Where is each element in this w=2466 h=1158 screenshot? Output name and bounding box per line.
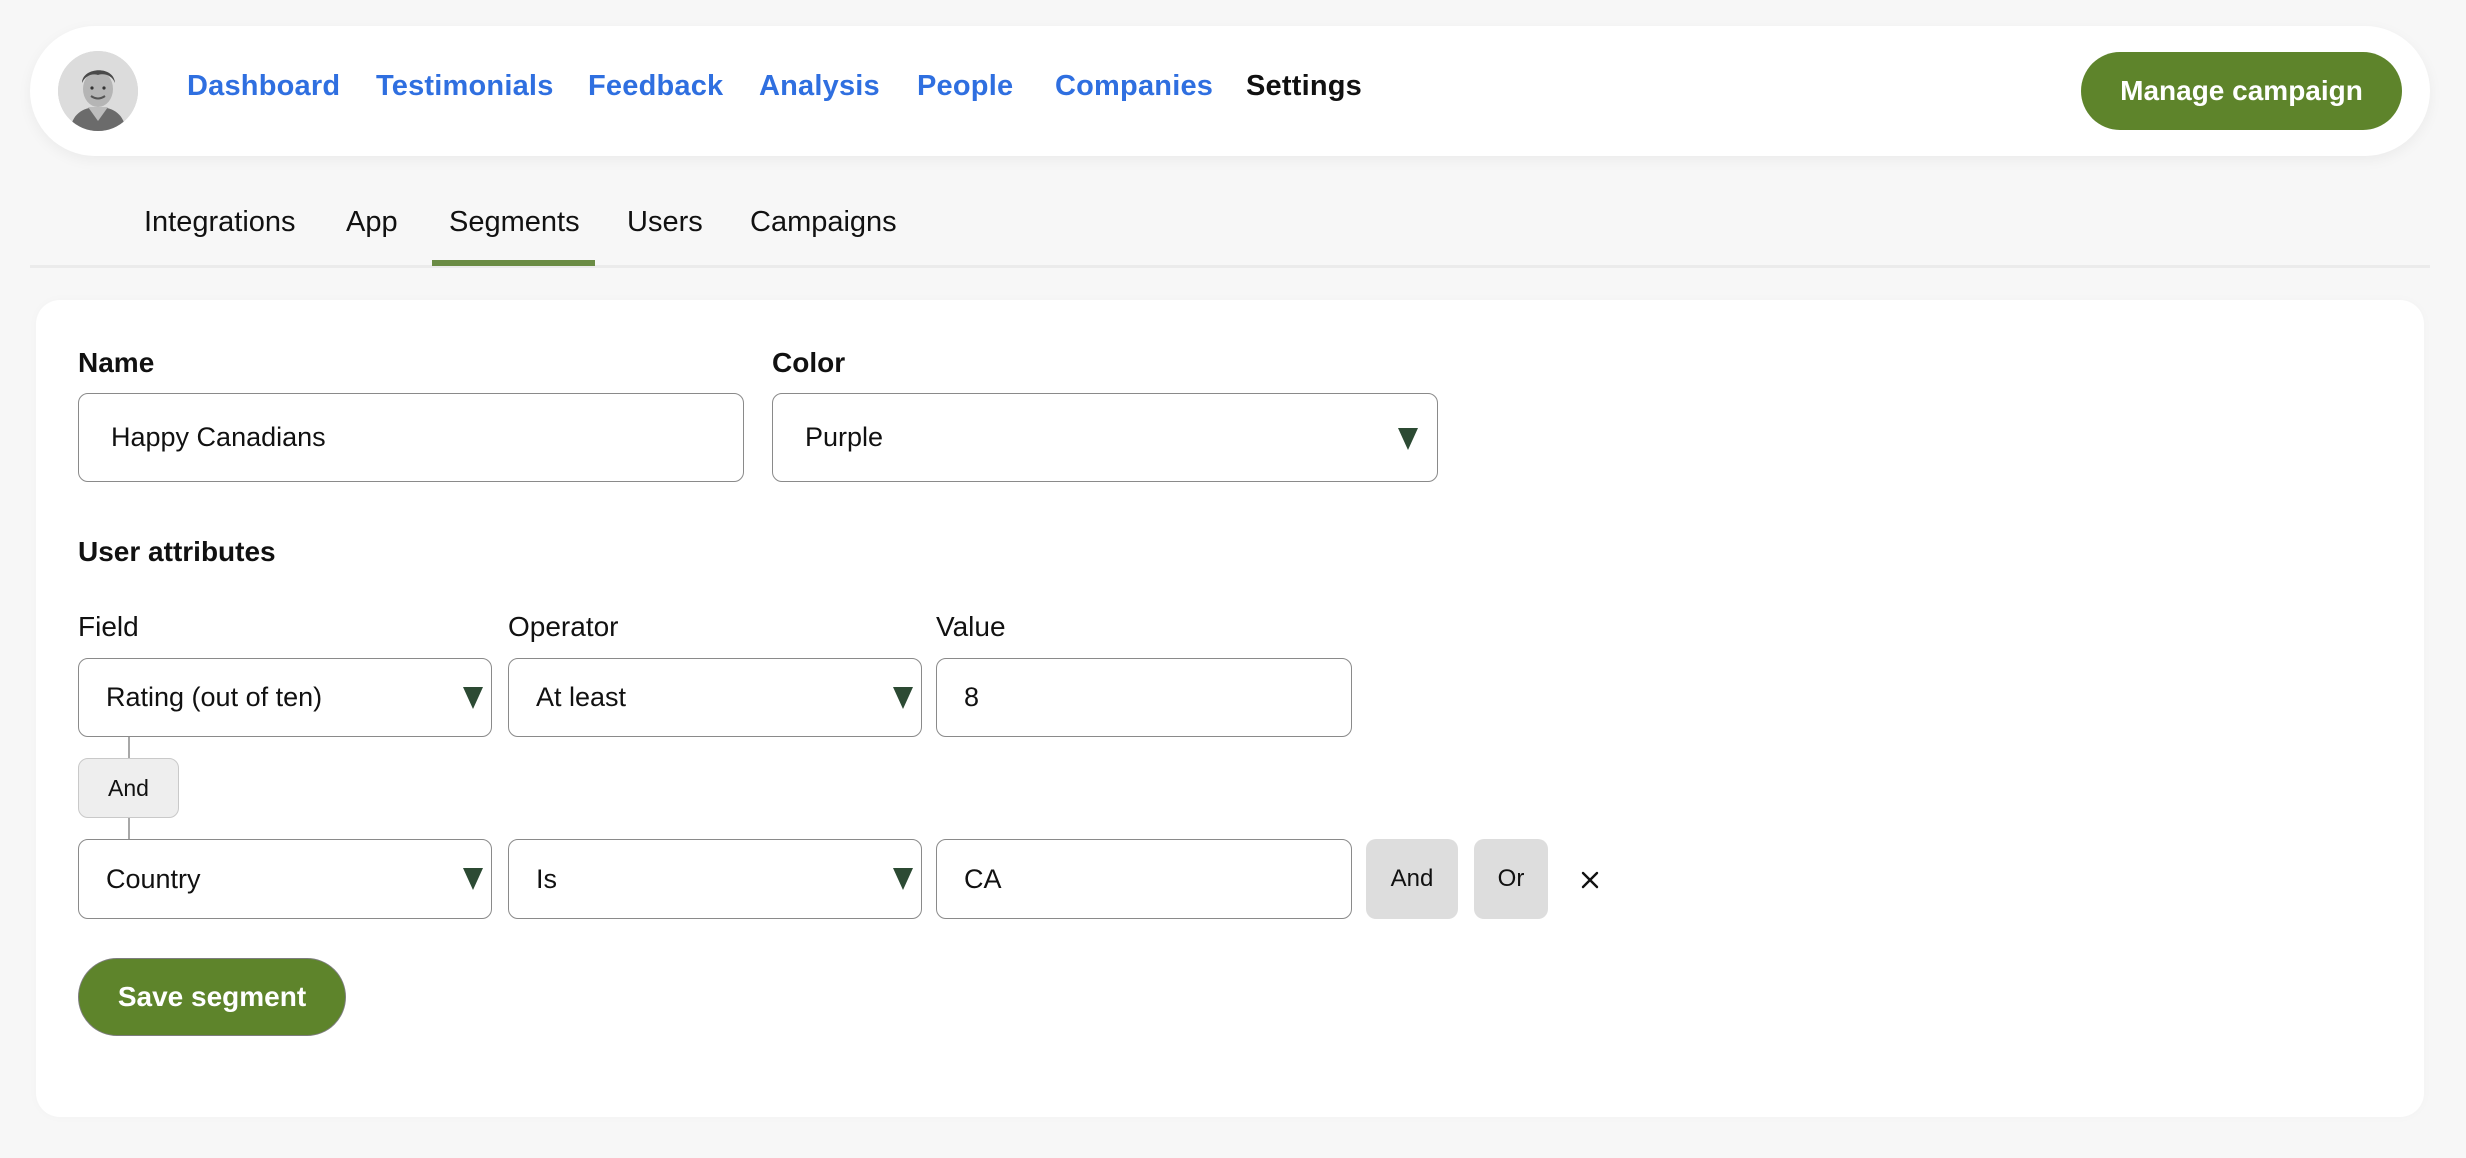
color-select-value: Purple <box>805 422 884 452</box>
joiner-and-badge[interactable]: And <box>78 758 179 818</box>
condition-2-field-select[interactable]: Country <box>78 839 492 919</box>
user-attributes-heading: User attributes <box>78 536 276 567</box>
tab-integrations[interactable]: Integrations <box>144 206 296 239</box>
active-tab-indicator <box>432 260 595 266</box>
nav-feedback[interactable]: Feedback <box>588 70 723 103</box>
nav-analysis[interactable]: Analysis <box>759 70 880 103</box>
save-segment-button[interactable]: Save segment <box>78 958 346 1036</box>
add-and-condition-button[interactable]: And <box>1366 839 1458 919</box>
value-label: Value <box>936 611 1006 642</box>
chevron-down-icon <box>1398 428 1418 450</box>
field-label: Field <box>78 611 139 642</box>
tab-users[interactable]: Users <box>627 206 703 239</box>
nav-dashboard[interactable]: Dashboard <box>187 70 340 103</box>
settings-tabs: Integrations App Segments Users Campaign… <box>30 180 2430 268</box>
nav-people[interactable]: People <box>917 70 1013 103</box>
tab-segments[interactable]: Segments <box>449 206 580 239</box>
condition-1-operator-select[interactable]: At least <box>508 658 922 737</box>
add-or-condition-button[interactable]: Or <box>1474 839 1548 919</box>
color-select[interactable]: Purple <box>772 393 1438 482</box>
name-input-value: Happy Canadians <box>111 422 326 452</box>
tab-app[interactable]: App <box>346 206 398 239</box>
chevron-down-icon <box>463 687 483 709</box>
condition-2-value: CA <box>964 863 1002 894</box>
nav-companies[interactable]: Companies <box>1055 70 1213 103</box>
condition-2-operator-value: Is <box>536 863 558 894</box>
nav-settings[interactable]: Settings <box>1246 70 1362 103</box>
connector-line <box>128 818 130 839</box>
manage-campaign-button[interactable]: Manage campaign <box>2081 52 2402 130</box>
condition-1-value: 8 <box>964 682 980 712</box>
condition-1-field-select[interactable]: Rating (out of ten) <box>78 658 492 737</box>
name-label: Name <box>78 347 155 378</box>
condition-1-value-input[interactable]: 8 <box>936 658 1352 737</box>
color-label: Color <box>772 347 846 378</box>
condition-1-field-value: Rating (out of ten) <box>106 682 323 712</box>
tab-campaigns[interactable]: Campaigns <box>750 206 897 239</box>
chevron-down-icon <box>893 868 913 890</box>
condition-1-operator-value: At least <box>536 682 627 712</box>
condition-2-operator-select[interactable]: Is <box>508 839 922 919</box>
segment-editor-card: Name Happy Canadians Color Purple User a… <box>36 300 2424 1117</box>
condition-2-field-value: Country <box>106 863 201 894</box>
close-icon[interactable] <box>1580 870 1600 890</box>
condition-2-value-input[interactable]: CA <box>936 839 1352 919</box>
connector-line <box>128 737 130 758</box>
user-avatar[interactable] <box>58 51 138 131</box>
name-input[interactable]: Happy Canadians <box>78 393 744 482</box>
chevron-down-icon <box>463 868 483 890</box>
operator-label: Operator <box>508 611 619 642</box>
nav-testimonials[interactable]: Testimonials <box>376 70 554 103</box>
avatar-photo-icon <box>58 51 138 131</box>
top-nav-bar: Dashboard Testimonials Feedback Analysis… <box>30 26 2430 156</box>
chevron-down-icon <box>893 687 913 709</box>
